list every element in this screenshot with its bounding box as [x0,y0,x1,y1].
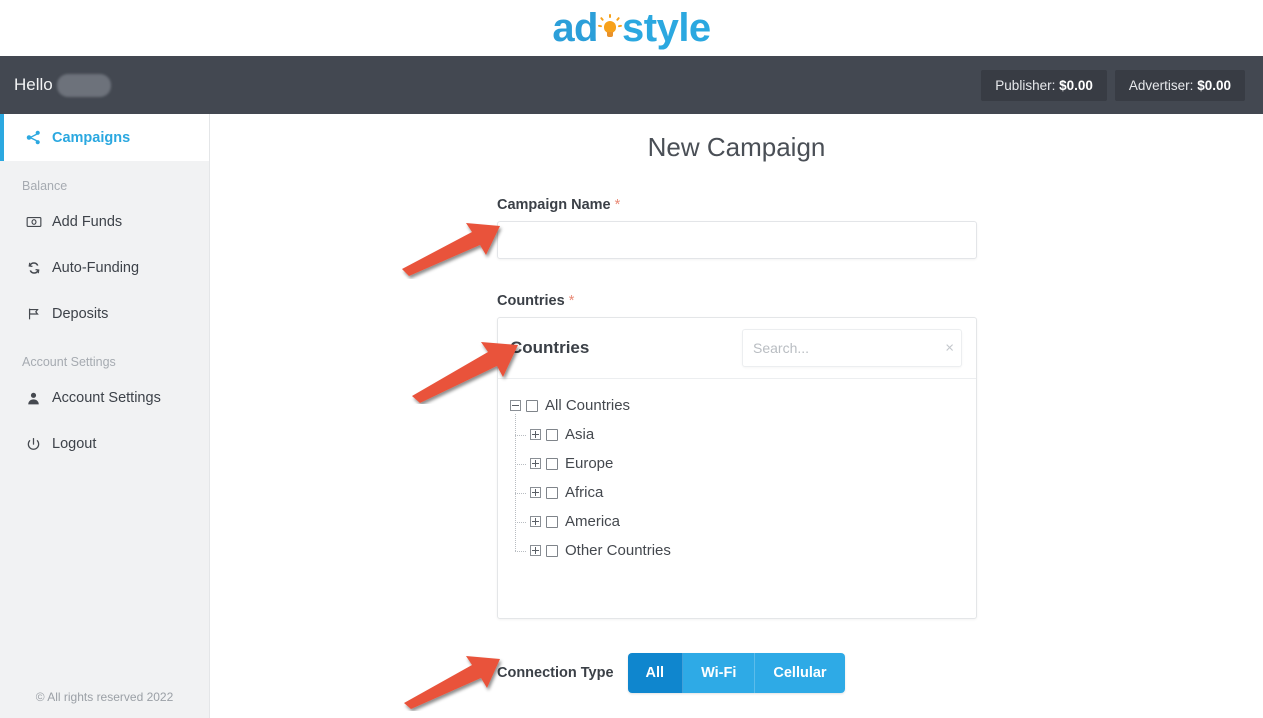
collapse-minus-icon[interactable] [510,400,521,411]
countries-panel-header: Countries × [498,318,976,379]
checkbox-all-countries[interactable] [526,399,538,412]
flag-icon [26,306,52,322]
checkbox-africa[interactable] [546,486,558,499]
power-icon [26,437,52,452]
annotation-arrow-connection-type [404,656,500,709]
publisher-balance-badge[interactable]: Publisher: $0.00 [981,69,1107,101]
sidebar-item-deposits[interactable]: Deposits [0,291,209,337]
expand-plus-icon[interactable] [530,545,541,556]
publisher-balance-value: $0.00 [1059,77,1093,93]
checkbox-europe[interactable] [546,457,558,470]
tree-node-america[interactable]: America [510,507,976,536]
sidebar-item-deposits-label: Deposits [52,306,109,322]
connection-type-all-button[interactable]: All [627,653,684,693]
countries-tree: All Countries Asia Europe Africa America… [498,379,976,565]
tree-node-africa-label[interactable]: Africa [565,484,603,501]
countries-search-input[interactable] [742,329,962,367]
tree-node-europe[interactable]: Europe [510,449,976,478]
connection-type-button-group: All Wi-Fi Cellular [627,653,845,693]
main-content: New Campaign Campaign Name * Countries *… [210,114,1263,718]
lightbulb-icon [597,14,623,44]
share-nodes-icon [26,130,52,145]
countries-panel-title: Countries [510,338,590,357]
tree-node-america-label[interactable]: America [565,513,620,530]
balance-badges: Publisher: $0.00 Advertiser: $0.00 [981,69,1245,101]
expand-plus-icon[interactable] [530,429,541,440]
countries-required-mark: * [568,293,575,309]
tree-node-europe-label[interactable]: Europe [565,455,613,472]
campaign-name-input[interactable] [497,221,977,259]
sidebar-item-auto-funding[interactable]: Auto-Funding [0,245,209,291]
countries-label-text: Countries [497,293,565,309]
advertiser-balance-value: $0.00 [1197,77,1231,93]
sidebar: Campaigns Balance Add Funds Auto-Funding [0,114,210,718]
tree-node-africa[interactable]: Africa [510,478,976,507]
connection-type-label: Connection Type [497,665,614,681]
sidebar-item-auto-funding-label: Auto-Funding [52,260,140,276]
tree-node-other-countries[interactable]: Other Countries [510,536,976,565]
tree-node-other-countries-label[interactable]: Other Countries [565,542,671,559]
checkbox-america[interactable] [546,515,558,528]
refresh-sync-icon [26,260,52,276]
clear-search-icon[interactable]: × [945,341,954,356]
tree-node-asia[interactable]: Asia [510,420,976,449]
sidebar-footer-copyright: © All rights reserved 2022 [35,690,174,704]
tree-children: Asia Europe Africa America Other Countri… [510,414,976,565]
campaign-name-label-text: Campaign Name [497,197,611,213]
logo-bar: ad style [0,0,1263,56]
sidebar-item-add-funds[interactable]: Add Funds [0,199,209,245]
sidebar-item-campaigns[interactable]: Campaigns [0,114,209,161]
page-title: New Campaign [647,132,826,162]
sidebar-item-add-funds-label: Add Funds [52,214,123,230]
sidebar-section-account-settings: Account Settings [22,355,116,369]
tree-node-all-countries-label[interactable]: All Countries [545,397,630,414]
expand-plus-icon[interactable] [530,458,541,469]
expand-plus-icon[interactable] [530,487,541,498]
sidebar-item-campaigns-label: Campaigns [52,129,131,146]
connection-type-wifi-button[interactable]: Wi-Fi [683,653,756,693]
countries-panel: Countries × All Countries [497,317,977,619]
sidebar-item-account-settings[interactable]: Account Settings [0,375,209,421]
user-icon [26,391,52,406]
advertiser-balance-label: Advertiser: [1128,77,1194,93]
greeting-block: Hello [14,73,111,97]
tree-node-all-countries[interactable]: All Countries [510,391,976,420]
logo-text-left: ad [552,6,598,50]
sidebar-item-logout[interactable]: Logout [0,421,209,467]
connection-type-cellular-button[interactable]: Cellular [755,653,845,693]
top-bar: Hello Publisher: $0.00 Advertiser: $0.00 [0,56,1263,114]
sidebar-item-logout-label: Logout [52,436,97,452]
publisher-balance-label: Publisher: [995,77,1056,93]
campaign-name-required-mark: * [614,197,621,213]
page-body: Campaigns Balance Add Funds Auto-Funding [0,114,1263,718]
connection-type-row: Connection Type All Wi-Fi Cellular [497,653,977,693]
sidebar-item-account-settings-label: Account Settings [52,390,161,406]
countries-label: Countries * [497,293,977,309]
expand-plus-icon[interactable] [530,516,541,527]
countries-search-wrap: × [742,329,962,367]
sidebar-section-balance: Balance [22,179,68,193]
logo-text-right: style [622,6,711,50]
tree-node-asia-label[interactable]: Asia [565,426,594,443]
brand-logo[interactable]: ad style [552,6,711,50]
money-bill-icon [26,214,52,230]
greeting-text: Hello [14,75,53,94]
checkbox-asia[interactable] [546,428,558,441]
advertiser-balance-badge[interactable]: Advertiser: $0.00 [1114,69,1245,101]
campaign-name-label: Campaign Name * [497,197,977,213]
checkbox-other-countries[interactable] [546,544,558,557]
new-campaign-form: Campaign Name * Countries * Countries × [497,197,977,718]
user-name-redacted [56,73,111,97]
